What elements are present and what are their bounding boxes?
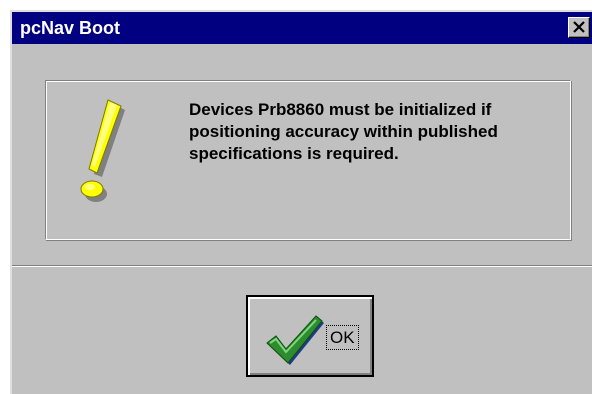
close-button[interactable] <box>568 17 590 38</box>
separator <box>12 265 592 267</box>
exclamation-icon <box>80 99 125 202</box>
dialog-window: pcNav Boot Devices Prb8860 must be initi… <box>10 10 592 394</box>
window-title: pcNav Boot <box>20 18 121 38</box>
checkmark-icon <box>266 315 324 365</box>
message-text: Devices Prb8860 must be initialized if p… <box>189 100 498 163</box>
ok-label: OK <box>326 325 359 350</box>
close-icon <box>573 21 585 33</box>
title-bar[interactable]: pcNav Boot <box>12 12 592 44</box>
message-panel: Devices Prb8860 must be initialized if p… <box>45 80 571 240</box>
ok-button[interactable]: OK <box>246 295 374 377</box>
